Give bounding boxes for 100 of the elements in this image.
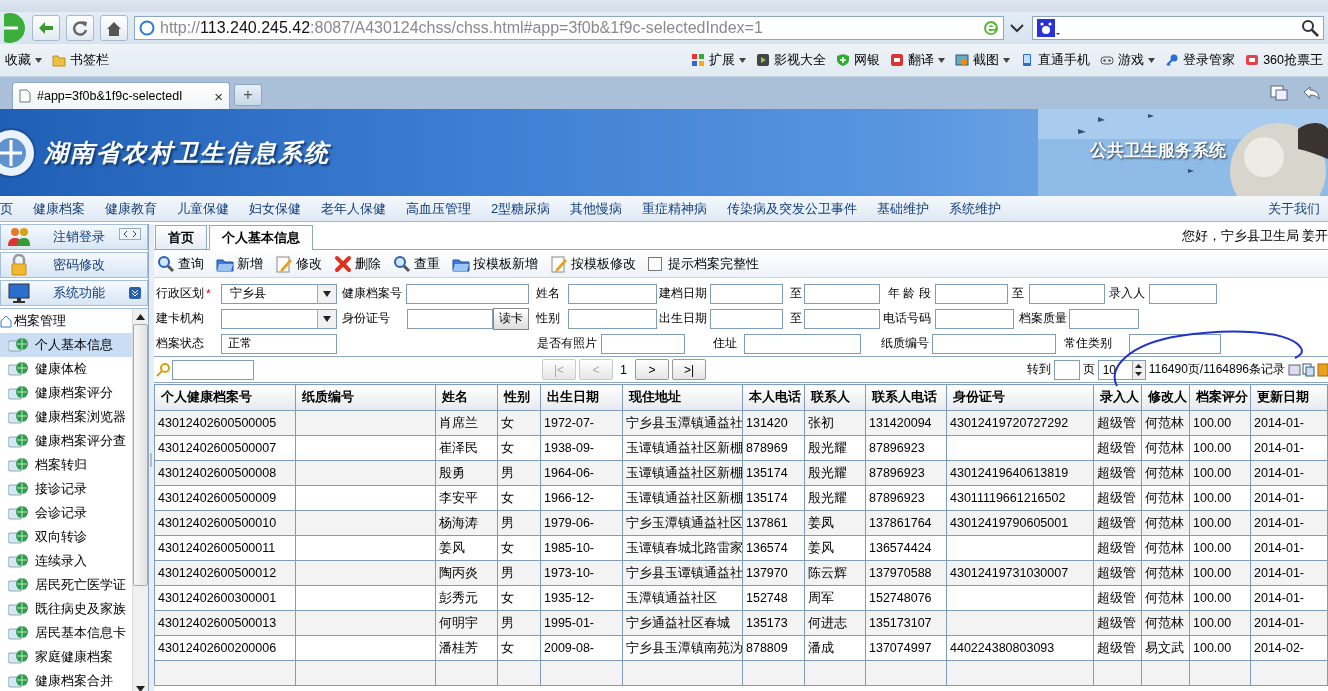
column-header[interactable]: 姓名 [435, 384, 498, 411]
sidebar-button[interactable]: 密码修改 [0, 252, 148, 278]
menu-item[interactable]: 关于我们 [1268, 199, 1320, 218]
menu-item[interactable]: 系统维护 [949, 199, 1002, 218]
bookmark-item[interactable]: 网银 [831, 51, 886, 69]
tree-node[interactable]: 档案管理 [0, 309, 132, 333]
menu-item[interactable]: 传染病及突发公卫事件 [727, 199, 858, 218]
tree-item[interactable]: 会诊记录 [0, 501, 132, 525]
read-card-button[interactable]: 读卡 [493, 307, 529, 330]
bookmark-item[interactable]: 收藏 [0, 51, 47, 69]
column-header[interactable]: 本人电话 [742, 384, 805, 411]
browser-tab[interactable]: #app=3f0b&1f9c-selectedI × [12, 82, 230, 109]
column-header[interactable]: 联系人电话 [865, 384, 947, 411]
pager-button[interactable]: > [634, 359, 669, 380]
table-cell: 43012402600500011 [154, 535, 296, 561]
bookmark-item[interactable]: 直通手机 [1015, 51, 1096, 69]
tree-item[interactable]: 家庭健康档案 [0, 645, 132, 669]
tree-item[interactable]: 档案转归 [0, 453, 132, 477]
table-cell: 2014-01- [1250, 535, 1328, 561]
bookmark-item[interactable]: 翻译 [885, 51, 951, 69]
address-bar[interactable]: http://113.240.245.42:8087/A430124chss/chss.html#app=3f0b&1f9c-selectedIndex=1 [134, 16, 1004, 40]
column-header[interactable]: 修改人 [1141, 384, 1190, 411]
column-header[interactable]: 性别 [497, 384, 541, 411]
column-header[interactable]: 纸质编号 [295, 384, 436, 411]
select-field[interactable]: 宁乡县 [221, 283, 337, 304]
table-cell: 43012419790605001 [946, 510, 1094, 536]
input-field[interactable]: 正常 [221, 333, 337, 354]
table-cell: 137074997 [865, 635, 947, 661]
field-label: 建档日期 [659, 285, 708, 302]
toolbar-button[interactable]: 新增 [216, 254, 263, 273]
toolbar-button[interactable]: 删除 [334, 254, 381, 273]
bookmark-item[interactable]: 游戏 [1095, 51, 1161, 69]
column-header[interactable]: 出生日期 [540, 384, 623, 411]
menu-item[interactable]: 老年人保健 [321, 199, 386, 218]
menu-item[interactable]: 基础维护 [877, 199, 930, 218]
close-tab-button[interactable]: × [214, 87, 223, 105]
tree-item[interactable]: 接诊记录 [0, 477, 132, 501]
column-header[interactable]: 个人健康档案号 [154, 384, 296, 411]
column-header[interactable]: 档案评分 [1189, 384, 1251, 411]
page-tab[interactable]: 首页 [155, 225, 207, 249]
table-cell: 152748 [742, 585, 805, 611]
menu-item[interactable]: 其他慢病 [570, 199, 623, 218]
sidebar-button[interactable]: 注销登录 [0, 224, 148, 250]
tree-item[interactable]: 居民基本信息卡 [0, 621, 132, 645]
pager-button[interactable]: >| [671, 359, 706, 380]
menu-item[interactable]: 页 [0, 199, 13, 218]
table-cell: 玉谭镇通益社区新棚 [622, 460, 743, 486]
table-cell: 878969 [742, 435, 805, 461]
toolbar-button[interactable]: 按模板修改 [550, 254, 636, 273]
column-header[interactable]: 身份证号 [946, 384, 1094, 411]
table-cell: 李安平 [435, 485, 498, 511]
bookmark-item[interactable]: 书签栏 [47, 51, 114, 69]
bookmark-item[interactable]: 登录管家 [1160, 51, 1241, 69]
tree-item[interactable]: 双向转诊 [0, 525, 132, 549]
table-cell: 43012402600500008 [154, 460, 296, 486]
sidebar-button[interactable]: 系统功能 [0, 280, 148, 306]
table-cell: 2014-01- [1250, 585, 1328, 611]
menu-item[interactable]: 重症精神病 [642, 199, 708, 218]
menu-item[interactable]: 健康档案 [33, 199, 85, 218]
tree-item[interactable]: 连续录入 [0, 549, 132, 573]
table-cell: 殷光耀 [804, 485, 866, 511]
record-summary: 116490页/1164896条记录 [1148, 361, 1285, 378]
column-header[interactable]: 录入人 [1093, 384, 1142, 411]
bookmark-item[interactable]: 截图 [950, 51, 1016, 69]
tree-item[interactable]: 健康体检 [0, 357, 132, 381]
tree-item[interactable]: 健康档案评分查 [0, 429, 132, 453]
toolbar-button[interactable]: 查询 [157, 254, 204, 273]
tree-item[interactable]: 健康档案浏览器 [0, 405, 132, 429]
tree-item[interactable]: 健康档案评分 [0, 381, 132, 405]
table-cell: 43012402600500005 [154, 410, 296, 436]
tree-item[interactable]: 健康档案合并 [0, 669, 132, 691]
menu-item[interactable]: 儿童保健 [177, 199, 229, 218]
toolbar-button[interactable]: 查重 [393, 254, 440, 273]
column-header[interactable]: 更新日期 [1250, 384, 1328, 411]
table-cell: 1995-01- [540, 610, 623, 636]
menu-item[interactable]: 健康教育 [105, 199, 157, 218]
column-header[interactable]: 现住地址 [622, 384, 743, 411]
table-cell: 100.00 [1189, 435, 1251, 461]
table-cell: 1938-09- [540, 435, 623, 461]
tree-item[interactable]: 个人基本信息 [0, 333, 132, 357]
table-cell: 43012419720727292 [946, 410, 1094, 436]
field-label: 至 [1012, 285, 1025, 302]
page-tab[interactable]: 个人基本信息 [209, 225, 313, 250]
toolbar-button[interactable]: 修改 [275, 254, 322, 273]
menu-item[interactable]: 高血压管理 [406, 199, 471, 218]
menu-item[interactable]: 2型糖尿病 [491, 199, 551, 218]
new-tab-button[interactable]: + [234, 84, 262, 106]
tree-item[interactable]: 既往病史及家族 [0, 597, 132, 621]
table-cell: 1964-06- [540, 460, 623, 486]
toolbar-button[interactable]: 按模板新增 [452, 254, 538, 273]
column-header[interactable]: 联系人 [804, 384, 866, 411]
table-cell: 周军 [804, 585, 866, 611]
table-cell: 何范林 [1141, 535, 1190, 561]
page-size-spinner[interactable]: 10 [1097, 359, 1146, 380]
bookmark-item[interactable]: 扩展 [686, 51, 752, 69]
menu-item[interactable]: 妇女保健 [249, 199, 301, 218]
bookmark-item[interactable]: 影视大全 [751, 51, 832, 69]
tree-item[interactable]: 居民死亡医学证 [0, 573, 132, 597]
checkbox-label: 提示档案完整性 [668, 254, 759, 273]
bookmark-item[interactable]: 360抢票王 [1240, 51, 1328, 69]
